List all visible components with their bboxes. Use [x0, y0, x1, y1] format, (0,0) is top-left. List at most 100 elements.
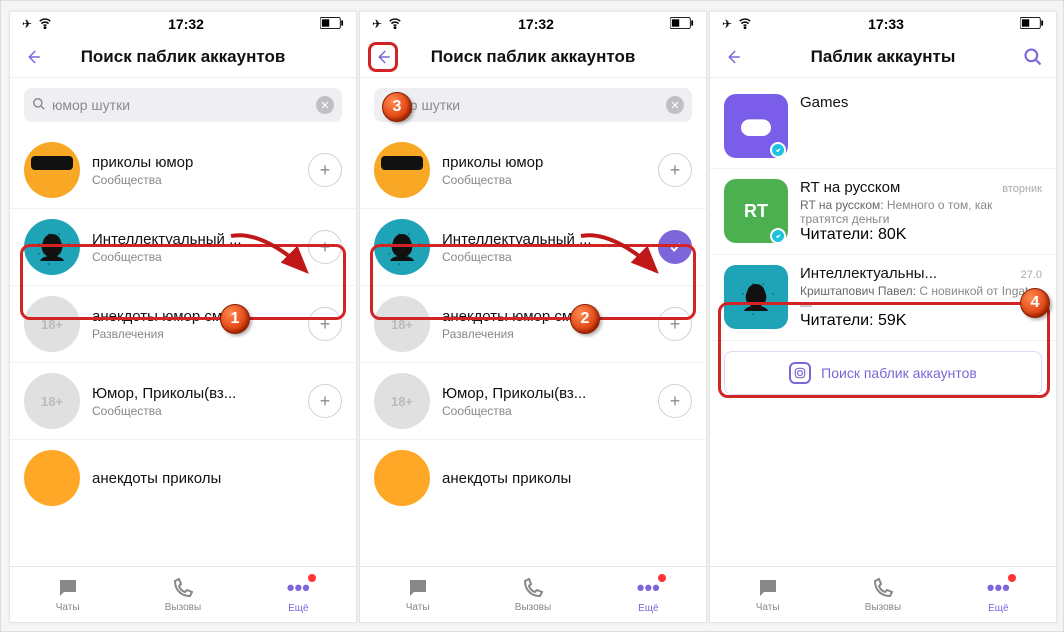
wifi-icon	[388, 16, 402, 33]
title-bar: Поиск паблик аккаунтов	[360, 36, 706, 78]
tab-label: Вызовы	[865, 602, 901, 613]
row-title: анекдоты юмор см...	[92, 308, 296, 325]
row-sub: Сообщества	[92, 250, 296, 264]
tab-chats[interactable]: Чаты	[710, 567, 825, 622]
airplane-icon: ✈	[372, 17, 382, 31]
row-title: RT на русском	[800, 179, 900, 196]
tab-more[interactable]: ••• Ещё	[941, 567, 1056, 622]
marker-1: 1	[220, 304, 250, 334]
status-time: 17:32	[168, 16, 204, 32]
clear-icon[interactable]: ✕	[316, 96, 334, 114]
back-button-highlighted[interactable]	[368, 42, 398, 72]
row-sub: Сообщества	[92, 173, 296, 187]
marker-4: 4	[1020, 288, 1050, 318]
back-button[interactable]	[718, 42, 748, 72]
result-row[interactable]: 18+ анекдоты юмор см... Развлечения +	[360, 286, 706, 363]
result-row[interactable]: приколы юмор Сообщества +	[10, 132, 356, 209]
result-row[interactable]: 18+ Юмор, Приколы(вз... Сообщества +	[360, 363, 706, 440]
tab-label: Вызовы	[165, 602, 201, 613]
clear-icon[interactable]: ✕	[666, 96, 684, 114]
row-sub: Развлечения	[442, 327, 646, 341]
tab-more[interactable]: ••• Ещё	[241, 567, 356, 622]
row-sub: RT на русском: Немного о том, как тратят…	[800, 198, 1042, 226]
row-sub: Криштапович Павел: С новинкой от Ingate …	[800, 284, 1042, 312]
row-title: анекдоты юмор см...	[442, 308, 646, 325]
result-row[interactable]: 18+ анекдоты юмор см... Развлечения +	[10, 286, 356, 363]
public-row-highlighted[interactable]: Интеллектуальны... 27.0 Криштапович Паве…	[710, 255, 1056, 341]
result-row[interactable]: анекдоты приколы	[360, 440, 706, 516]
tab-calls[interactable]: Вызовы	[475, 567, 590, 622]
result-row-highlighted[interactable]: Интеллектуальный ... Сообщества	[360, 209, 706, 286]
verified-badge	[770, 228, 786, 244]
avatar	[724, 265, 788, 329]
row-title: Интеллектуальный ...	[92, 231, 296, 248]
add-button[interactable]: +	[658, 384, 692, 418]
public-row[interactable]: RT RT на русском вторник RT на русском: …	[710, 169, 1056, 255]
row-title: Интеллектуальны...	[800, 265, 937, 282]
page-title: Паблик аккаунты	[748, 47, 1018, 67]
avatar: 18+	[374, 296, 430, 352]
row-title: Games	[800, 94, 848, 111]
added-button[interactable]	[658, 230, 692, 264]
avatar	[24, 450, 80, 506]
tab-label: Чаты	[56, 602, 80, 613]
status-bar: ✈ 17:32	[360, 12, 706, 36]
avatar	[374, 142, 430, 198]
status-time: 17:33	[868, 16, 904, 32]
avatar: 18+	[24, 373, 80, 429]
airplane-icon: ✈	[722, 17, 732, 31]
add-button[interactable]: +	[308, 307, 342, 341]
add-button[interactable]: +	[658, 153, 692, 187]
notification-dot	[657, 573, 667, 583]
notification-dot	[1007, 573, 1017, 583]
screen-1: ✈ 17:32 Поиск паблик аккаунтов юмор шутк…	[9, 11, 357, 623]
row-readers: Читатели: 80K	[800, 226, 1042, 244]
wifi-icon	[738, 16, 752, 33]
battery-icon	[670, 17, 694, 32]
tab-more[interactable]: ••• Ещё	[591, 567, 706, 622]
tab-bar: Чаты Вызовы ••• Ещё	[710, 566, 1056, 622]
row-date: 27.0	[1021, 269, 1042, 281]
row-date: вторник	[1002, 183, 1042, 195]
title-bar: Паблик аккаунты	[710, 36, 1056, 78]
tab-label: Чаты	[406, 602, 430, 613]
search-input[interactable]: ор шутки ✕	[374, 88, 692, 122]
search-text: ор шутки	[402, 97, 660, 113]
airplane-icon: ✈	[22, 17, 32, 31]
tab-label: Чаты	[756, 602, 780, 613]
public-row[interactable]: Games	[710, 84, 1056, 169]
row-title: приколы юмор	[92, 154, 296, 171]
search-input[interactable]: юмор шутки ✕	[24, 88, 342, 122]
tab-bar: Чаты Вызовы ••• Ещё	[360, 566, 706, 622]
add-button[interactable]: +	[658, 307, 692, 341]
row-title: Юмор, Приколы(вз...	[92, 385, 296, 402]
add-button[interactable]: +	[308, 384, 342, 418]
row-sub: Развлечения	[92, 327, 296, 341]
screen-3: ✈ 17:33 Паблик аккаунты Games	[709, 11, 1057, 623]
row-sub: Сообщества	[442, 404, 646, 418]
tab-bar: Чаты Вызовы ••• Ещё	[10, 566, 356, 622]
tab-chats[interactable]: Чаты	[360, 567, 475, 622]
search-publics-label: Поиск паблик аккаунтов	[821, 365, 977, 381]
avatar: 18+	[374, 373, 430, 429]
add-button[interactable]: +	[308, 153, 342, 187]
result-row[interactable]: приколы юмор Сообщества +	[360, 132, 706, 209]
tab-chats[interactable]: Чаты	[10, 567, 125, 622]
back-button[interactable]	[18, 42, 48, 72]
add-button[interactable]: +	[308, 230, 342, 264]
page-title: Поиск паблик аккаунтов	[398, 47, 668, 67]
search-icon	[32, 97, 46, 114]
search-publics-button[interactable]: Поиск паблик аккаунтов	[724, 351, 1042, 395]
result-row-highlighted[interactable]: Интеллектуальный ... Сообщества +	[10, 209, 356, 286]
search-text: юмор шутки	[52, 97, 310, 113]
page-title: Поиск паблик аккаунтов	[48, 47, 318, 67]
tab-calls[interactable]: Вызовы	[125, 567, 240, 622]
result-row[interactable]: анекдоты приколы	[10, 440, 356, 516]
tab-calls[interactable]: Вызовы	[825, 567, 940, 622]
marker-3: 3	[382, 92, 412, 122]
status-bar: ✈ 17:32	[10, 12, 356, 36]
result-row[interactable]: 18+ Юмор, Приколы(вз... Сообщества +	[10, 363, 356, 440]
tab-label: Ещё	[988, 603, 1008, 614]
search-button[interactable]	[1018, 42, 1048, 72]
avatar	[24, 142, 80, 198]
